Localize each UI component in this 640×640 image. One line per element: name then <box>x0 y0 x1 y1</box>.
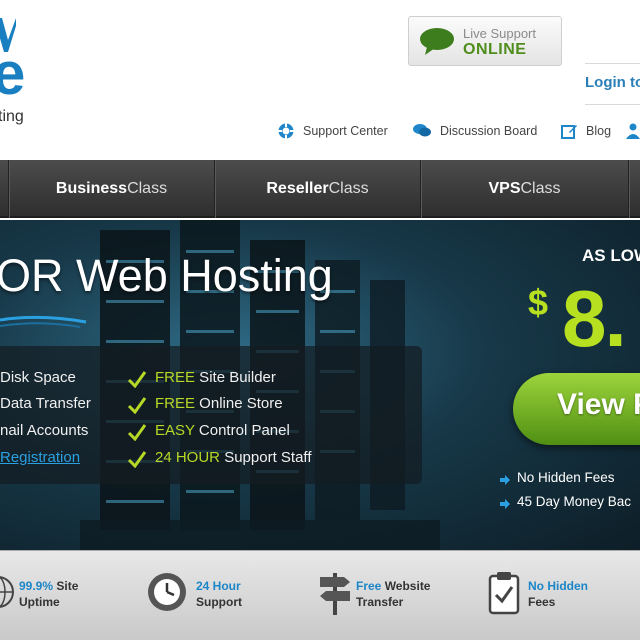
hero-banner: OR Web Hosting Disk Space Data Transfer … <box>0 220 640 550</box>
arrow-right-icon <box>500 475 510 485</box>
nav-label: ResellerClass <box>266 180 369 197</box>
price-currency: $ <box>528 282 549 323</box>
swoosh-decoration <box>0 315 87 328</box>
lifebuoy-icon <box>278 123 294 139</box>
live-support-status: ONLINE <box>463 41 527 58</box>
nav-next[interactable] <box>628 160 640 218</box>
uptime-label: 99.9% Site Uptime <box>19 579 79 609</box>
nav-label: BusinessClass <box>55 180 168 197</box>
view-plans-label: View P <box>557 388 640 421</box>
checkmark-icon <box>127 451 147 468</box>
globe-icon <box>0 576 14 608</box>
feature-support-staff: 24 HOUR Support Staff <box>155 449 312 466</box>
nav-reseller-class[interactable]: ResellerClass <box>214 160 420 218</box>
chat-bubbles-icon <box>413 124 431 137</box>
checkmark-icon <box>127 397 147 414</box>
clock-icon <box>148 573 186 611</box>
site-header: e ting Live Support ONLINE Login to Supp… <box>0 0 640 160</box>
chat-bubble-icon <box>420 28 454 55</box>
blog-label: Blog <box>586 124 612 138</box>
feature-control-panel: EASY Control Panel <box>155 422 290 439</box>
support-center-link[interactable]: Support Center <box>277 121 388 141</box>
checkmark-icon <box>127 371 147 388</box>
checkmark-icon <box>127 424 147 441</box>
divider <box>585 63 640 64</box>
user-icon <box>626 123 640 139</box>
divider <box>585 104 640 105</box>
price-amount: 8. <box>562 274 627 363</box>
nav-business-class[interactable]: BusinessClass <box>8 160 214 218</box>
feature-data-transfer: Data Transfer <box>0 395 91 412</box>
discussion-board-label: Discussion Board <box>440 124 538 138</box>
main-nav: BusinessClass ResellerClass VPSClass <box>0 160 640 218</box>
signpost-icon <box>320 573 350 615</box>
login-link[interactable]: Login to <box>585 74 640 91</box>
logo-tagline: ting <box>0 108 24 125</box>
view-plans-button[interactable]: View P <box>513 373 640 445</box>
blog-link[interactable]: Blog <box>561 121 611 141</box>
support-center-label: Support Center <box>303 124 388 138</box>
nav-label: VPSClass <box>488 180 561 197</box>
live-support-label: Live Support <box>463 26 536 41</box>
discussion-board-link[interactable]: Discussion Board <box>412 121 537 141</box>
live-support-button[interactable]: Live Support ONLINE <box>408 16 562 66</box>
nav-vps-class[interactable]: VPSClass <box>420 160 628 218</box>
hero-title: OR Web Hosting <box>0 250 333 301</box>
feature-email-accounts: nail Accounts <box>0 422 89 439</box>
as-low-label: AS LOW <box>582 246 640 265</box>
features-strip: 99.9% Site Uptime 24 Hour Support Free Web… <box>0 550 640 640</box>
feature-registration-link[interactable]: Registration <box>0 449 80 466</box>
account-link[interactable] <box>626 121 640 141</box>
arrow-right-icon <box>500 499 510 509</box>
no-hidden-fees-label: No Hidden Fees <box>528 579 588 609</box>
edit-icon <box>561 124 577 139</box>
bullet-money-back: 45 Day Money Bac <box>517 494 632 509</box>
logo-letter[interactable]: e <box>0 44 25 104</box>
feature-site-builder: FREE Site Builder <box>155 369 276 386</box>
support-24-label: 24 Hour Support <box>196 579 242 609</box>
feature-online-store: FREE Online Store <box>155 395 283 412</box>
bullet-no-hidden-fees: No Hidden Fees <box>517 470 615 485</box>
website-transfer-label: Free Website Transfer <box>356 579 431 609</box>
clipboard-icon <box>488 572 520 615</box>
feature-disk-space: Disk Space <box>0 369 76 386</box>
